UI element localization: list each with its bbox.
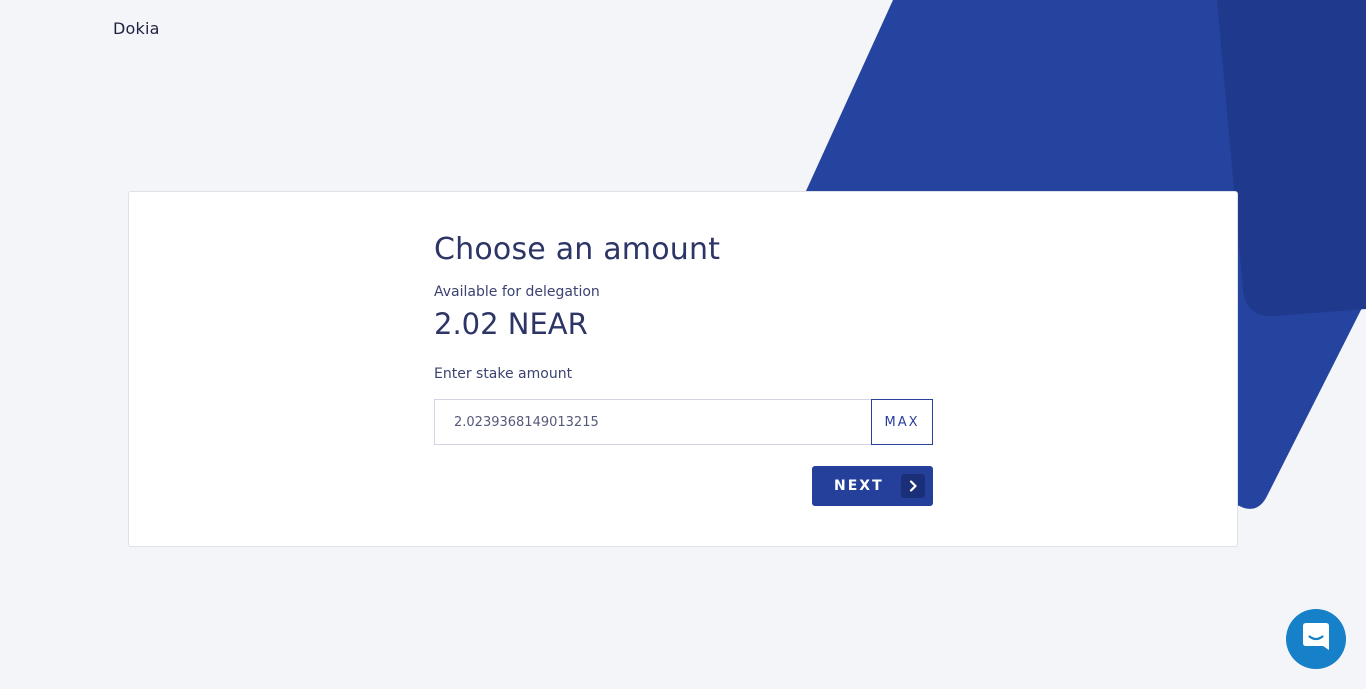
page-title: Choose an amount	[434, 232, 721, 267]
stake-amount-card: Choose an amount Available for delegatio…	[128, 191, 1238, 547]
available-amount: 2.02 NEAR	[434, 307, 588, 341]
chat-icon	[1301, 621, 1331, 657]
max-button[interactable]: MAX	[871, 399, 933, 445]
stake-amount-input[interactable]	[434, 399, 872, 445]
chat-launcher-button[interactable]	[1286, 609, 1346, 669]
available-label: Available for delegation	[434, 284, 600, 300]
next-button[interactable]: NEXT	[812, 466, 933, 506]
next-button-label: NEXT	[834, 478, 884, 494]
chevron-right-icon	[901, 474, 925, 498]
stake-amount-label: Enter stake amount	[434, 366, 573, 382]
brand-logo[interactable]: Dokia	[113, 19, 160, 38]
stake-input-group: MAX	[434, 399, 933, 445]
